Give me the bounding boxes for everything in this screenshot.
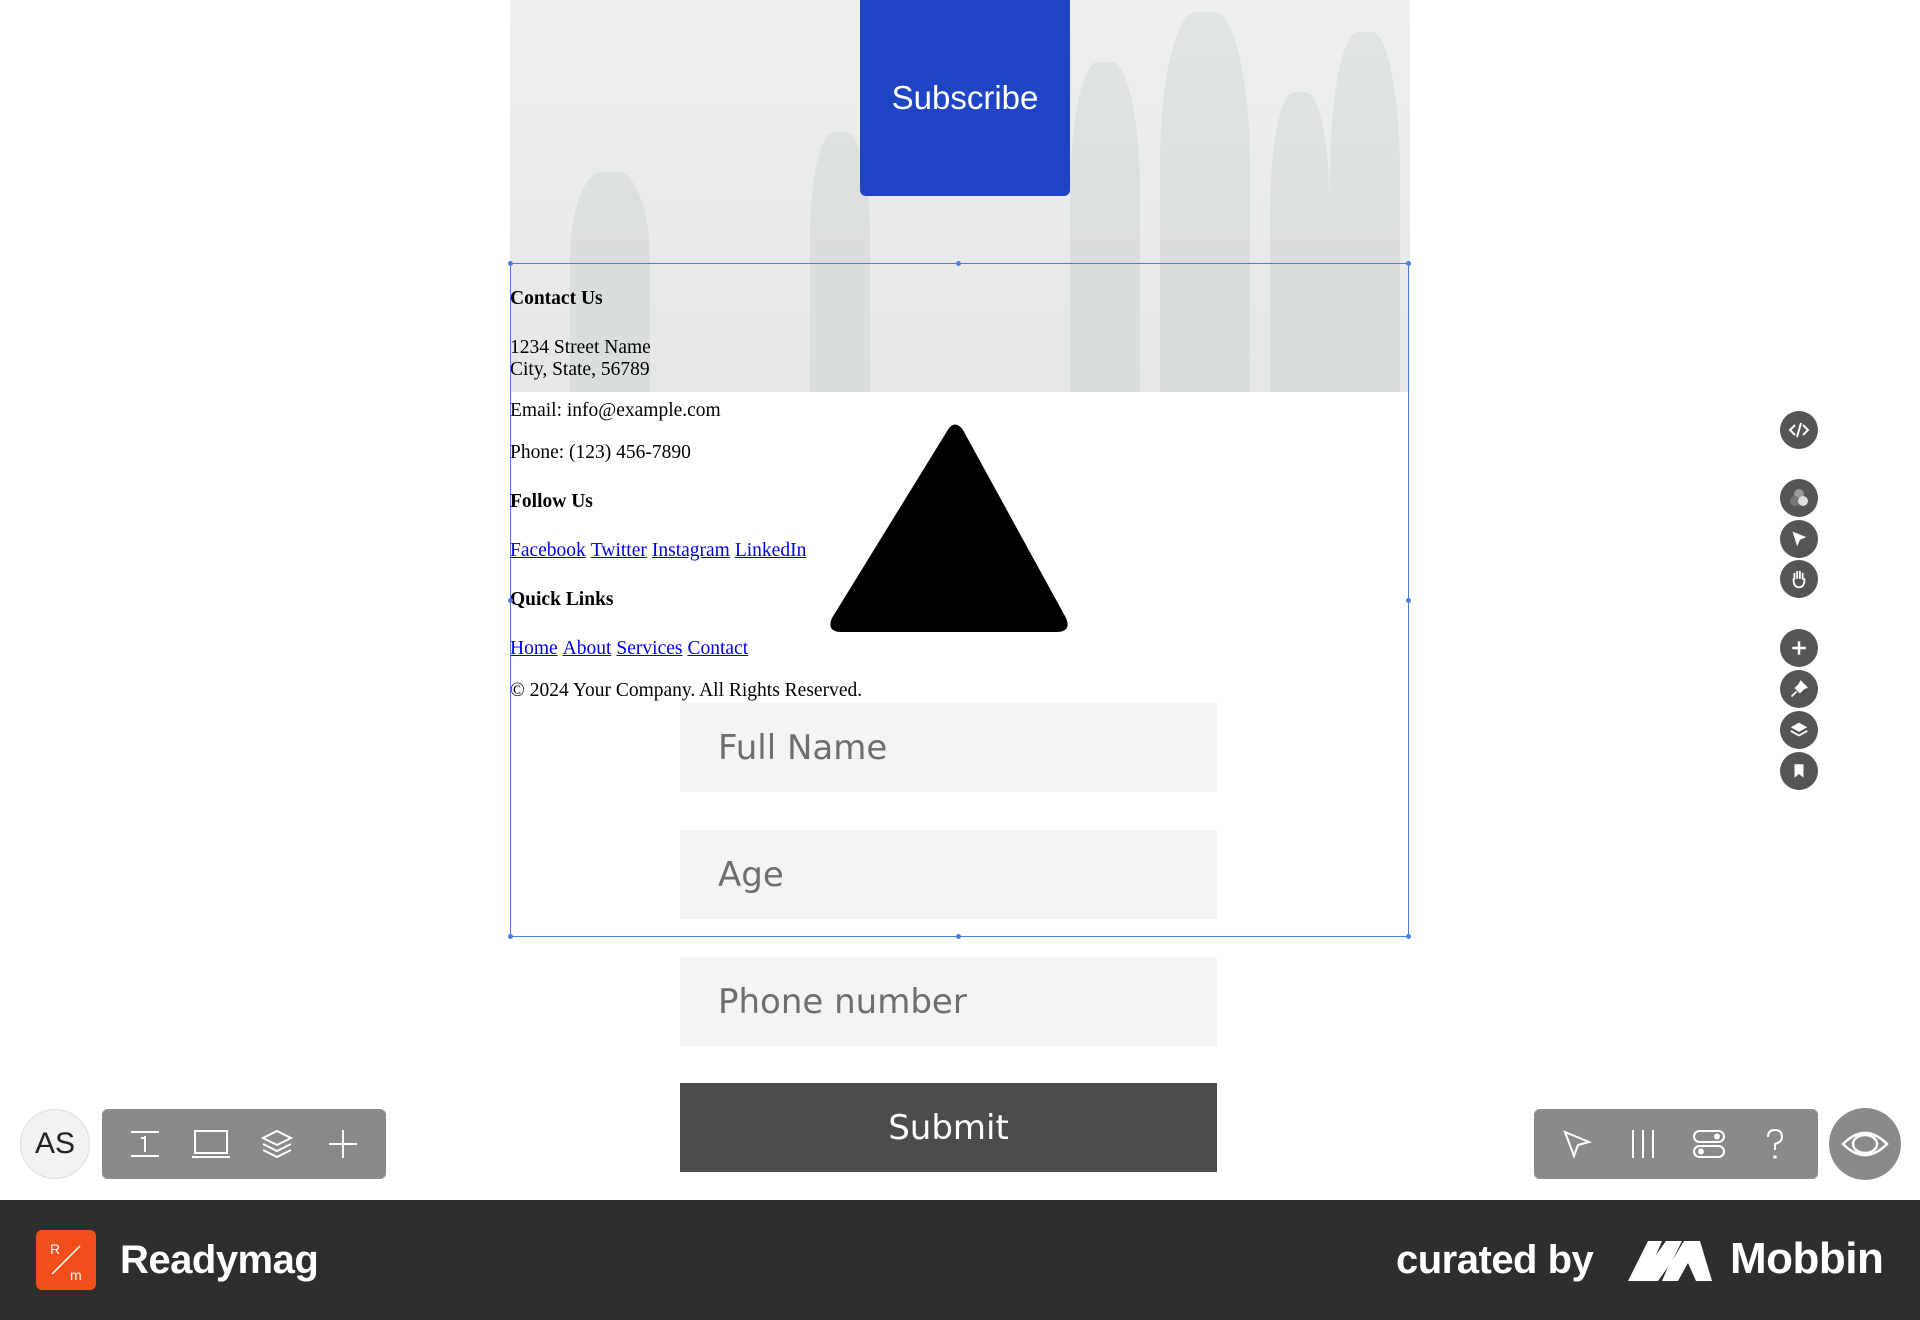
right-toolbar	[1534, 1109, 1818, 1179]
readymag-wordmark: Readymag	[120, 1238, 319, 1282]
left-toolbar	[102, 1109, 386, 1179]
curated-by-label: curated by	[1396, 1238, 1594, 1282]
user-avatar[interactable]: AS	[20, 1109, 90, 1179]
code-icon[interactable]	[1780, 411, 1818, 449]
resize-handle-bl[interactable]	[508, 934, 513, 939]
colors-icon[interactable]	[1780, 479, 1818, 517]
resize-handle-tl[interactable]	[508, 261, 513, 266]
submit-button[interactable]: Submit	[680, 1083, 1217, 1172]
toggle-icon[interactable]	[1689, 1124, 1729, 1164]
resize-handle-top[interactable]	[956, 261, 961, 266]
resize-handle-right[interactable]	[1406, 598, 1411, 603]
hand-icon[interactable]	[1780, 560, 1818, 598]
resize-handle-tr[interactable]	[1406, 261, 1411, 266]
screen-icon[interactable]	[191, 1124, 231, 1164]
subscribe-button[interactable]: Subscribe	[860, 0, 1070, 196]
columns-icon[interactable]	[1623, 1124, 1663, 1164]
pin-icon[interactable]	[1780, 670, 1818, 708]
resize-handle-bottom[interactable]	[956, 934, 961, 939]
add-icon[interactable]	[323, 1124, 363, 1164]
eye-icon[interactable]	[1829, 1108, 1901, 1180]
add-icon[interactable]	[1780, 629, 1818, 667]
readymag-logo: R m	[36, 1230, 96, 1290]
pointer-icon[interactable]	[1780, 520, 1818, 558]
help-icon[interactable]	[1755, 1124, 1795, 1164]
svg-text:R: R	[50, 1241, 60, 1257]
mobbin-wordmark: Mobbin	[1730, 1234, 1884, 1283]
bookmark-icon[interactable]	[1780, 752, 1818, 790]
layers-icon[interactable]	[257, 1124, 297, 1164]
svg-text:m: m	[70, 1267, 82, 1283]
resize-handle-left[interactable]	[508, 598, 513, 603]
layers-icon[interactable]	[1780, 711, 1818, 749]
resize-handle-br[interactable]	[1406, 934, 1411, 939]
mobbin-logo	[1628, 1241, 1712, 1281]
pointer-icon[interactable]	[1557, 1124, 1597, 1164]
selection-frame[interactable]	[508, 261, 1411, 939]
text-icon[interactable]	[125, 1124, 165, 1164]
phone-number-input[interactable]: Phone number	[680, 957, 1217, 1046]
